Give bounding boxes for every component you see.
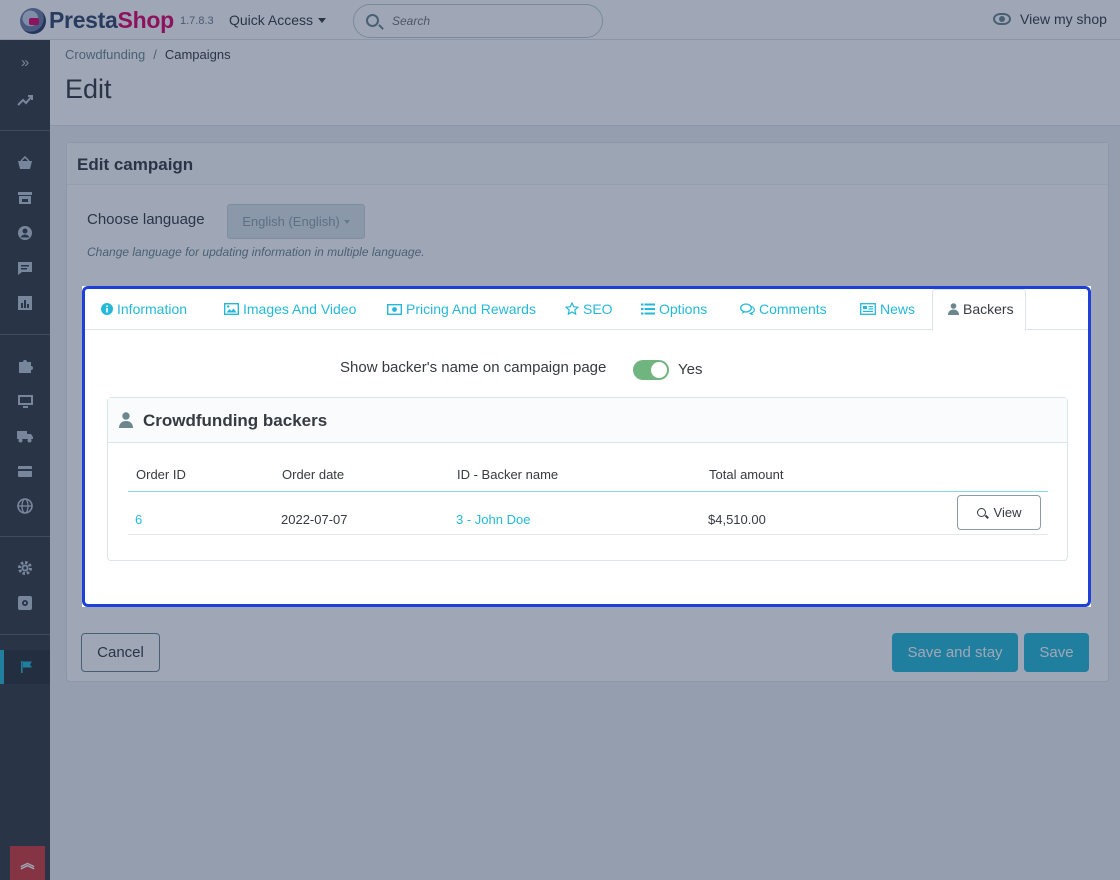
money-icon	[386, 302, 403, 316]
tab-label: Comments	[759, 301, 827, 317]
gear-box-icon[interactable]	[0, 588, 50, 618]
sidebar-divider	[0, 334, 50, 335]
sidebar-divider	[0, 536, 50, 537]
column-header[interactable]: Order date	[282, 467, 344, 482]
info-circle-icon	[101, 302, 113, 315]
tab-pricing-and-rewards[interactable]: Pricing And Rewards	[386, 301, 536, 317]
user-icon	[119, 412, 133, 428]
breadcrumb-parent[interactable]: Crowdfunding	[65, 47, 145, 62]
tab-label: Images And Video	[243, 301, 357, 317]
language-help-text: Change language for updating information…	[87, 245, 425, 259]
list-icon	[641, 302, 655, 315]
comments-icon	[740, 302, 755, 316]
star-icon	[564, 301, 580, 316]
globe-icon[interactable]	[0, 491, 50, 521]
quick-access-label: Quick Access	[229, 12, 314, 28]
eye-icon	[993, 13, 1011, 25]
logo-text-main: Presta	[49, 7, 118, 33]
tab-label: Information	[117, 301, 188, 317]
scroll-top-chevrons-icon[interactable]: ︽	[10, 846, 45, 880]
caret-down-icon	[318, 18, 327, 23]
tab-label: Options	[659, 301, 708, 317]
tab-news[interactable]: News	[860, 301, 915, 317]
page-header: Crowdfunding / Campaigns Edit	[50, 40, 1120, 126]
flag-icon[interactable]	[0, 650, 50, 684]
table-header-divider	[128, 491, 1048, 492]
tab-seo[interactable]: SEO	[564, 301, 613, 317]
credit-card-icon[interactable]	[0, 456, 50, 486]
monitor-icon[interactable]	[0, 386, 50, 416]
panel-header: Edit campaign	[67, 143, 1108, 185]
show-backer-name-label: Show backer's name on campaign page	[340, 359, 607, 376]
backer-name-link[interactable]: 3 - John Doe	[456, 512, 530, 527]
image-icon	[223, 302, 240, 316]
toggle-value: Yes	[678, 361, 703, 378]
sidebar-nav: » ︽	[0, 40, 50, 880]
tab-label: Backers	[963, 301, 1014, 317]
basket-icon[interactable]	[0, 148, 50, 178]
show-backer-name-toggle[interactable]	[633, 360, 669, 380]
search-icon	[366, 14, 379, 27]
tab-comments[interactable]: Comments	[740, 301, 827, 317]
campaign-tabs: Information Images And Video Pricing And…	[82, 286, 1091, 607]
sidebar-divider	[0, 634, 50, 635]
search-icon	[976, 508, 986, 517]
tab-information[interactable]: Information	[101, 301, 187, 317]
view-backer-button[interactable]: View	[957, 495, 1041, 530]
toggle-knob	[651, 362, 667, 378]
prestashop-logo[interactable]: PrestaShop	[49, 7, 174, 34]
version-label: 1.7.8.3	[180, 15, 214, 27]
page-title: Edit	[65, 74, 112, 104]
tab-options[interactable]: Options	[641, 301, 707, 317]
store-icon[interactable]	[0, 183, 50, 213]
puzzle-icon[interactable]	[0, 351, 50, 381]
save-button[interactable]: Save	[1024, 633, 1089, 672]
top-header: PrestaShop 1.7.8.3 Quick Access View my …	[0, 0, 1120, 40]
user-icon	[948, 302, 959, 315]
breadcrumb-separator: /	[153, 47, 157, 62]
tab-label: Pricing And Rewards	[406, 301, 536, 317]
sidebar-divider	[0, 130, 50, 131]
view-my-shop-label: View my shop	[1020, 11, 1107, 27]
view-my-shop-link[interactable]: View my shop	[993, 11, 1107, 27]
language-label: Choose language	[87, 211, 205, 228]
column-header[interactable]: Order ID	[136, 467, 186, 482]
order-id-link[interactable]: 6	[135, 512, 142, 527]
breadcrumb-current[interactable]: Campaigns	[165, 47, 231, 62]
language-value: English (English)	[242, 214, 340, 229]
search-box[interactable]	[353, 4, 603, 38]
column-header[interactable]: ID - Backer name	[457, 467, 558, 482]
chevron-double-right-icon[interactable]: »	[0, 47, 50, 77]
gear-icon[interactable]	[0, 553, 50, 583]
logo-text-accent: Shop	[117, 7, 175, 33]
language-select[interactable]: English (English)	[227, 204, 365, 239]
view-button-label: View	[993, 505, 1022, 520]
tab-backers[interactable]: Backers	[932, 289, 1026, 331]
search-input[interactable]	[392, 12, 592, 30]
column-header[interactable]: Total amount	[709, 467, 783, 482]
tab-label: SEO	[583, 301, 613, 317]
chart-icon[interactable]	[0, 288, 50, 318]
truck-icon[interactable]	[0, 421, 50, 451]
breadcrumb: Crowdfunding / Campaigns	[65, 47, 231, 62]
backers-card-title: Crowdfunding backers	[143, 411, 328, 430]
panel-title: Edit campaign	[77, 155, 194, 174]
total-amount-cell: $4,510.00	[708, 512, 766, 527]
tab-label: News	[880, 301, 916, 317]
save-and-stay-button[interactable]: Save and stay	[892, 633, 1018, 672]
quick-access-dropdown[interactable]: Quick Access	[229, 12, 327, 28]
comment-icon[interactable]	[0, 253, 50, 283]
caret-down-icon	[343, 219, 350, 224]
newspaper-icon	[860, 302, 876, 315]
table-row-divider	[128, 534, 1048, 535]
tab-images-and-video[interactable]: Images And Video	[223, 301, 357, 317]
order-date-cell: 2022-07-07	[281, 512, 348, 527]
trending-up-icon[interactable]	[0, 85, 50, 115]
crowdfunding-backers-card: Crowdfunding backers Order ID Order date…	[107, 397, 1068, 561]
prestashop-logo-icon[interactable]	[20, 8, 46, 34]
backers-card-header: Crowdfunding backers	[108, 398, 1067, 443]
user-icon[interactable]	[0, 218, 50, 248]
cancel-button[interactable]: Cancel	[81, 633, 160, 672]
